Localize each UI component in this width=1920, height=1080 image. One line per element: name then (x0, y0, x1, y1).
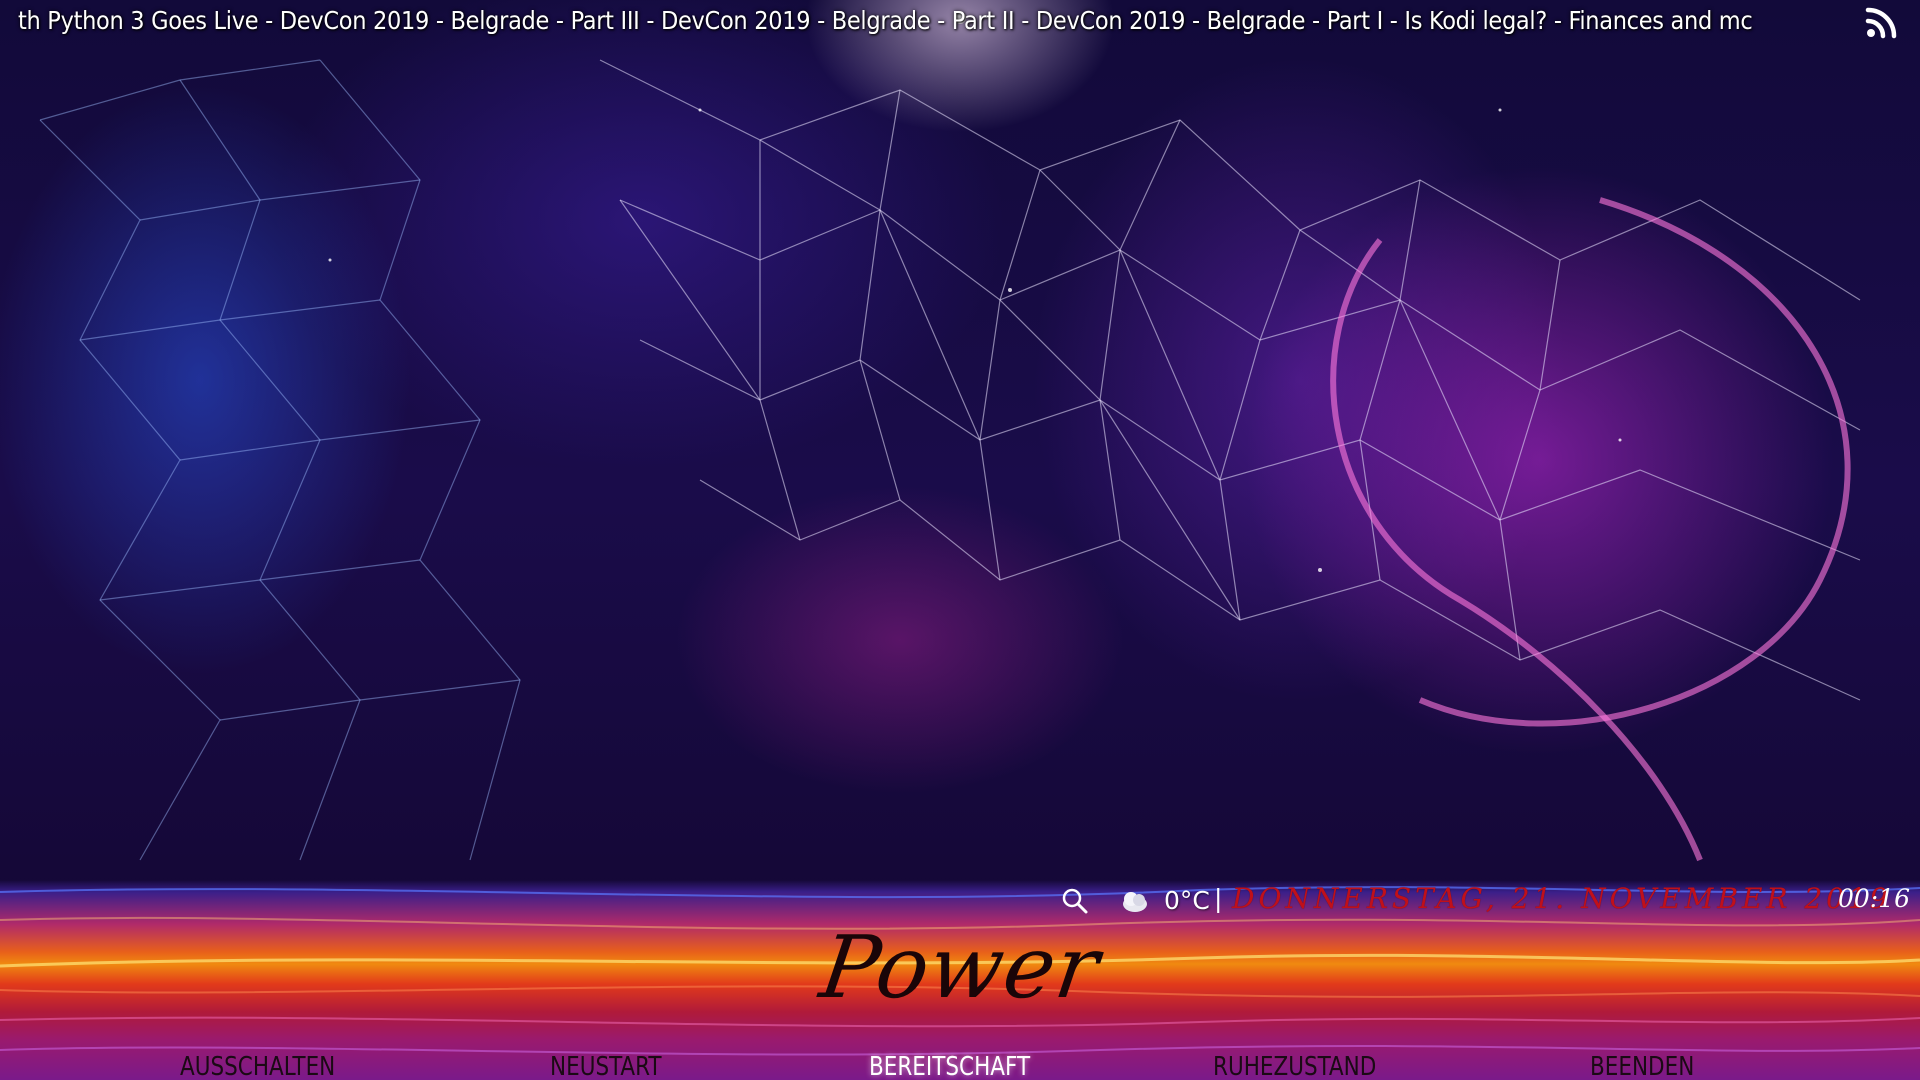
background-wireframe (39, 12, 1861, 862)
kodi-power-screen: th Python 3 Goes Live - DevCon 2019 - Be… (0, 0, 1920, 1080)
rss-ticker: th Python 3 Goes Live - DevCon 2019 - Be… (0, 0, 1860, 44)
clock-readout: 00:16 (1838, 884, 1911, 913)
power-menu-title: Power (814, 918, 1106, 1018)
menu-item-beenden[interactable]: BEENDEN (1590, 1052, 1694, 1080)
status-separator: | (1214, 884, 1223, 913)
date-readout: DONNERSTAG, 21. NOVEMBER 2019 (1232, 882, 1892, 915)
menu-item-ausschalten[interactable]: AUSSCHALTEN (180, 1052, 335, 1080)
menu-item-neustart[interactable]: NEUSTART (550, 1052, 661, 1080)
menu-item-ruhezustand[interactable]: RUHEZUSTAND (1213, 1052, 1376, 1080)
menu-item-bereitschaft[interactable]: BEREITSCHAFT (869, 1052, 1030, 1080)
search-icon[interactable] (1060, 886, 1090, 916)
weather-icon (1123, 892, 1147, 912)
rss-icon (1865, 7, 1897, 39)
temperature-readout: 0°C (1164, 886, 1210, 915)
rss-ticker-text: th Python 3 Goes Live - DevCon 2019 - Be… (18, 6, 1753, 35)
